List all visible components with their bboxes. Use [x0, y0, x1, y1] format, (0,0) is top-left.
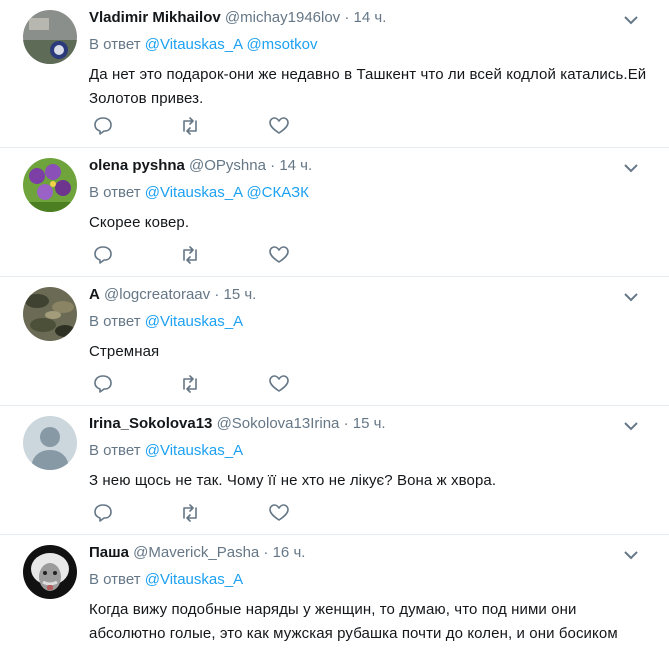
tweet-text: З нею щось не так. Чому її не хто не лік…	[89, 472, 497, 489]
author-handle[interactable]: @OPyshna	[189, 157, 266, 174]
tweet-text: Скорее ковер.	[89, 214, 190, 231]
reply-context: В ответ @Vitauskas_A @msotkov	[89, 35, 657, 55]
author-name[interactable]: Vladimir Mikhailov	[89, 9, 221, 26]
tweet[interactable]: olena pyshna @OPyshna · 14 ч. В ответ @V…	[0, 148, 669, 277]
timestamp[interactable]: 15 ч.	[223, 286, 256, 303]
reply-prefix: В ответ	[89, 313, 141, 330]
timestamp[interactable]: 14 ч.	[279, 157, 312, 174]
chevron-down-icon[interactable]	[623, 289, 639, 305]
reply-icon[interactable]	[92, 373, 114, 395]
author-handle[interactable]: @logcreatoraav	[104, 286, 210, 303]
chevron-down-icon[interactable]	[623, 547, 639, 563]
reply-icon[interactable]	[92, 115, 114, 137]
tweet[interactable]: Vladimir Mikhailov @michay1946lov · 14 ч…	[0, 0, 669, 148]
separator-dot: ·	[344, 9, 350, 26]
avatar[interactable]	[23, 416, 77, 470]
timestamp[interactable]: 16 ч.	[273, 544, 306, 561]
action-bar	[92, 244, 302, 269]
retweet-icon[interactable]	[179, 373, 201, 395]
author-handle[interactable]: @Maverick_Pasha	[133, 544, 259, 561]
tweet[interactable]: A @logcreatoraav · 15 ч. В ответ @Vitaus…	[0, 277, 669, 406]
reply-icon[interactable]	[92, 502, 114, 524]
author-handle[interactable]: @michay1946lov	[225, 9, 340, 26]
mention-link[interactable]: @msotkov	[246, 36, 317, 53]
author-name[interactable]: olena pyshna	[89, 157, 185, 174]
mention-link[interactable]: @Vitauskas_A	[145, 184, 243, 201]
like-icon[interactable]	[268, 115, 290, 137]
separator-dot: ·	[263, 544, 269, 561]
reply-prefix: В ответ	[89, 442, 141, 459]
timestamp[interactable]: 15 ч.	[353, 415, 386, 432]
chevron-down-icon[interactable]	[623, 418, 639, 434]
retweet-icon[interactable]	[179, 115, 201, 137]
action-bar	[92, 502, 302, 527]
tweet[interactable]: Irina_Sokolova13 @Sokolova13Irina · 15 ч…	[0, 406, 669, 535]
timestamp[interactable]: 14 ч.	[354, 9, 387, 26]
avatar[interactable]	[23, 158, 77, 212]
separator-dot: ·	[214, 286, 220, 303]
tweet-text: Да нет это подарок-они же недавно в Ташк…	[89, 66, 647, 107]
mention-link[interactable]: @Vitauskas_A	[145, 571, 243, 588]
chevron-down-icon[interactable]	[623, 160, 639, 176]
author-name[interactable]: Паша	[89, 544, 129, 561]
retweet-icon[interactable]	[179, 502, 201, 524]
like-icon[interactable]	[268, 244, 290, 266]
author-name[interactable]: A	[89, 286, 100, 303]
reply-icon[interactable]	[92, 244, 114, 266]
avatar[interactable]	[23, 287, 77, 341]
mention-link[interactable]: @СКАЗК	[246, 184, 308, 201]
reply-context: В ответ @Vitauskas_A @СКАЗК	[89, 183, 657, 203]
reply-context: В ответ @Vitauskas_A	[89, 441, 657, 461]
like-icon[interactable]	[268, 373, 290, 395]
chevron-down-icon[interactable]	[623, 12, 639, 28]
tweet-text: Стремная	[89, 343, 160, 360]
reply-context: В ответ @Vitauskas_A	[89, 312, 657, 332]
separator-dot: ·	[270, 157, 276, 174]
tweet[interactable]: Паша @Maverick_Pasha · 16 ч. В ответ @Vi…	[0, 535, 669, 664]
tweet-text: Когда вижу подобные наряды у женщин, то …	[89, 601, 618, 642]
separator-dot: ·	[343, 415, 349, 432]
action-bar	[92, 373, 302, 398]
mention-link[interactable]: @Vitauskas_A	[145, 36, 243, 53]
mention-link[interactable]: @Vitauskas_A	[145, 313, 243, 330]
author-handle[interactable]: @Sokolova13Irina	[217, 415, 340, 432]
reply-prefix: В ответ	[89, 36, 141, 53]
reply-prefix: В ответ	[89, 184, 141, 201]
mention-link[interactable]: @Vitauskas_A	[145, 442, 243, 459]
reply-prefix: В ответ	[89, 571, 141, 588]
like-icon[interactable]	[268, 502, 290, 524]
reply-context: В ответ @Vitauskas_A	[89, 570, 657, 590]
avatar[interactable]	[23, 545, 77, 599]
avatar[interactable]	[23, 10, 77, 64]
retweet-icon[interactable]	[179, 244, 201, 266]
action-bar	[92, 115, 302, 140]
author-name[interactable]: Irina_Sokolova13	[89, 415, 212, 432]
